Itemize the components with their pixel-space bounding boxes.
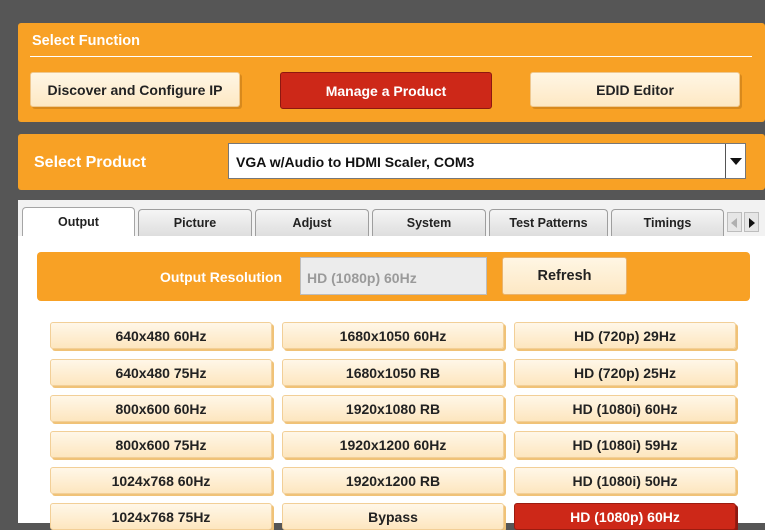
edid-editor-button[interactable]: EDID Editor bbox=[530, 72, 740, 107]
refresh-button[interactable]: Refresh bbox=[502, 257, 627, 295]
resolution-button[interactable]: 1920x1200 RB bbox=[282, 467, 504, 494]
resolution-button-selected[interactable]: HD (1080p) 60Hz bbox=[514, 503, 736, 530]
resolution-button[interactable]: 1920x1200 60Hz bbox=[282, 431, 504, 458]
select-function-title: Select Function bbox=[32, 33, 140, 49]
select-product-panel: Select Product VGA w/Audio to HDMI Scale… bbox=[18, 134, 765, 190]
tab-timings[interactable]: Timings bbox=[611, 209, 724, 236]
output-resolution-label: Output Resolution bbox=[160, 269, 283, 285]
select-product-label: Select Product bbox=[34, 154, 147, 171]
resolution-button[interactable]: 640x480 60Hz bbox=[50, 322, 272, 349]
output-resolution-field: HD (1080p) 60Hz bbox=[300, 257, 487, 295]
tab-scroll-right-button[interactable] bbox=[744, 212, 759, 232]
resolution-button[interactable]: HD (1080i) 60Hz bbox=[514, 395, 736, 422]
tab-system[interactable]: System bbox=[372, 209, 486, 236]
resolution-button[interactable]: 1680x1050 60Hz bbox=[282, 322, 504, 349]
discover-configure-ip-button[interactable]: Discover and Configure IP bbox=[30, 72, 240, 107]
product-dropdown-value: VGA w/Audio to HDMI Scaler, COM3 bbox=[236, 154, 475, 170]
resolution-button[interactable]: HD (720p) 29Hz bbox=[514, 322, 736, 349]
resolution-button[interactable]: Bypass bbox=[282, 503, 504, 530]
tab-adjust[interactable]: Adjust bbox=[255, 209, 369, 236]
manage-product-button[interactable]: Manage a Product bbox=[280, 72, 492, 109]
product-dropdown[interactable]: VGA w/Audio to HDMI Scaler, COM3 bbox=[228, 143, 746, 179]
select-function-divider bbox=[30, 56, 752, 57]
resolution-button[interactable]: 800x600 75Hz bbox=[50, 431, 272, 458]
tab-output[interactable]: Output bbox=[22, 207, 135, 236]
resolution-button[interactable]: HD (1080i) 59Hz bbox=[514, 431, 736, 458]
resolution-button[interactable]: 640x480 75Hz bbox=[50, 359, 272, 386]
tab-scroll-left-button[interactable] bbox=[727, 212, 742, 232]
chevron-down-icon bbox=[730, 158, 742, 165]
tab-picture[interactable]: Picture bbox=[138, 209, 252, 236]
resolution-button[interactable]: 1024x768 60Hz bbox=[50, 467, 272, 494]
tab-test-patterns[interactable]: Test Patterns bbox=[489, 209, 608, 236]
resolution-button[interactable]: 1680x1050 RB bbox=[282, 359, 504, 386]
resolution-button[interactable]: 1024x768 75Hz bbox=[50, 503, 272, 530]
chevron-left-icon bbox=[731, 218, 737, 228]
chevron-right-icon bbox=[749, 218, 755, 228]
dropdown-arrow-button[interactable] bbox=[725, 144, 745, 178]
output-resolution-bar: Output Resolution HD (1080p) 60Hz Refres… bbox=[37, 252, 750, 301]
select-function-panel: Select Function Discover and Configure I… bbox=[18, 23, 765, 122]
resolution-button[interactable]: HD (1080i) 50Hz bbox=[514, 467, 736, 494]
resolution-button[interactable]: 1920x1080 RB bbox=[282, 395, 504, 422]
resolution-button[interactable]: 800x600 60Hz bbox=[50, 395, 272, 422]
resolution-button[interactable]: HD (720p) 25Hz bbox=[514, 359, 736, 386]
